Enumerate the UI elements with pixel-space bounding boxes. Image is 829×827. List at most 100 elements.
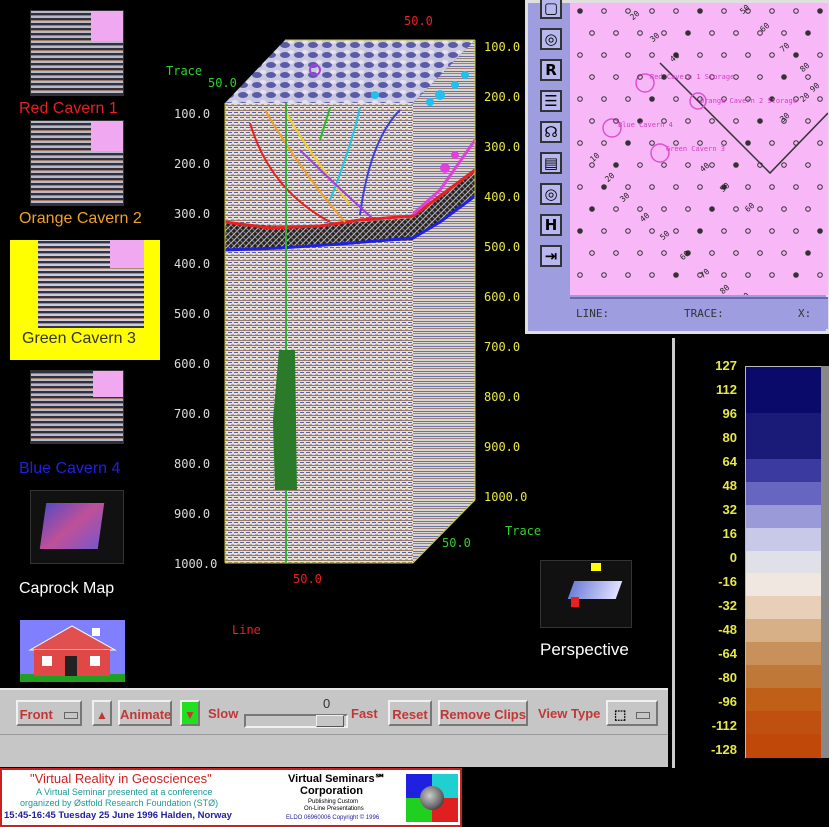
map-grid-dot (649, 228, 655, 234)
right-depth-label: 200.0 (484, 90, 521, 104)
cavern-1-label[interactable]: Red Cavern 1 (19, 100, 118, 118)
map-grid-dot (673, 272, 679, 278)
map-grid-dot (661, 206, 667, 212)
colorbar-tick-label: -128 (710, 742, 737, 757)
map-grid-dot (805, 206, 811, 212)
map-grid-dot (661, 162, 667, 168)
seminar-banner: "Virtual Reality in Geosciences" A Virtu… (0, 768, 462, 827)
map-tool-6-icon[interactable]: ◎ (540, 183, 562, 205)
top-left-value: 50.0 (208, 76, 237, 90)
map-grid-dot (805, 74, 811, 80)
map-grid-dot (769, 272, 775, 278)
left-depth-label: 900.0 (174, 507, 211, 521)
speed-slider[interactable] (244, 714, 348, 728)
map-tool-2-icon[interactable]: R (540, 59, 562, 81)
map-grid-dot (781, 74, 787, 80)
cavern-3-label: Green Cavern 3 (22, 330, 136, 347)
map-grid-dot (625, 184, 631, 190)
map-grid-dot (685, 206, 691, 212)
map-grid-dot (793, 8, 799, 14)
map-grid-dot (697, 228, 703, 234)
thumb-perspective[interactable] (540, 560, 632, 628)
map-tool-5-icon[interactable]: ▤ (540, 152, 562, 174)
line-label: Line (232, 623, 261, 637)
view-select[interactable]: Front (16, 700, 82, 726)
map-grid-dot (625, 140, 631, 146)
selected-cavern-3-panel[interactable]: Green Cavern 3 (10, 240, 160, 360)
map-grid-dot (733, 74, 739, 80)
animate-up-arrow-icon[interactable]: ▲ (92, 700, 112, 726)
cavern-2-label[interactable]: Orange Cavern 2 (19, 210, 142, 228)
map-grid-dot (769, 140, 775, 146)
animate-button[interactable]: Animate (118, 700, 172, 726)
map-grid-dot (769, 184, 775, 190)
map-grid-dot (805, 118, 811, 124)
right-depth-label: 600.0 (484, 290, 521, 304)
map-grid-dot (601, 140, 607, 146)
colorbar-band (746, 665, 822, 690)
map-tool-7-icon[interactable]: H (540, 214, 562, 236)
map-canvas[interactable]: Red Cavern 1 Storage Orange Cavern 2 Sto… (570, 3, 828, 295)
map-tool-1-icon[interactable]: ◎ (540, 28, 562, 50)
map-grid-dot (577, 272, 583, 278)
thumb-caprock-map[interactable] (30, 490, 124, 564)
map-grid-dot (577, 8, 583, 14)
map-grid-dot (769, 228, 775, 234)
map-grid-dot (673, 184, 679, 190)
colorbar-band (746, 389, 822, 414)
thumb-orange-cavern[interactable] (30, 120, 124, 206)
colorbar-band (746, 412, 822, 437)
left-depth-label: 200.0 (174, 157, 211, 171)
right-depth-label: 500.0 (484, 240, 521, 254)
map-status-bar: LINE: TRACE: X: (570, 297, 828, 329)
map-grid-dot (805, 250, 811, 256)
map-grid-dot (685, 162, 691, 168)
left-depth-label: 1000.0 (174, 557, 218, 571)
left-depth-label: 600.0 (174, 357, 211, 371)
map-grid-dot (793, 52, 799, 58)
colorbar-tick-label: 112 (716, 382, 737, 397)
map-tool-0-icon[interactable]: ▢ (540, 0, 562, 19)
map-grid-dot (817, 96, 823, 102)
speed-slider-thumb[interactable] (316, 715, 344, 727)
cavern-4-label[interactable]: Blue Cavern 4 (19, 460, 120, 478)
seismic-cube[interactable] (160, 10, 530, 650)
map-tool-8-icon[interactable]: ⇥ (540, 245, 562, 267)
map-grid-dot (601, 8, 607, 14)
home-icon[interactable] (20, 620, 125, 682)
colorbar-band (746, 642, 822, 667)
map-grid-dot (709, 30, 715, 36)
reset-button[interactable]: Reset (388, 700, 432, 726)
map-grid-dot (721, 52, 727, 58)
map-grid-dot (709, 250, 715, 256)
right-depth-label: 100.0 (484, 40, 521, 54)
thumb-blue-cavern[interactable] (30, 370, 124, 444)
globe-logo-icon (406, 774, 458, 822)
map-cavern-label-4: Green Cavern 3 (666, 145, 726, 153)
map-grid-dot (817, 8, 823, 14)
map-grid-dot (589, 250, 595, 256)
map-grid-dot (661, 30, 667, 36)
slow-label: Slow (208, 706, 239, 721)
colorbar-tick-label: 0 (729, 550, 737, 565)
map-grid-dot (709, 118, 715, 124)
colorbar-tick-label: -96 (718, 694, 737, 709)
remove-clips-button[interactable]: Remove Clips (438, 700, 528, 726)
map-grid-dot (577, 52, 583, 58)
banner-title: "Virtual Reality in Geosciences" (30, 771, 212, 786)
caprock-map-label[interactable]: Caprock Map (19, 580, 114, 598)
cube-icon: ⬚ (614, 707, 627, 722)
map-grid-dot (577, 96, 583, 102)
animate-down-arrow-icon[interactable]: ▼ (180, 700, 200, 726)
map-grid-dot (781, 162, 787, 168)
perspective-label[interactable]: Perspective (540, 640, 629, 660)
colorbar-band (746, 458, 822, 483)
map-cavern-label-2: Orange Cavern 2 Storage (700, 97, 797, 105)
map-tool-3-icon[interactable]: ☰ (540, 90, 562, 112)
colorbar-tick-label: 64 (722, 454, 737, 469)
map-grid-dot (793, 228, 799, 234)
view-type-select[interactable]: ⬚ (606, 700, 658, 726)
map-grid-dot (613, 250, 619, 256)
thumb-red-cavern[interactable] (30, 10, 124, 96)
map-tool-4-icon[interactable]: ☊ (540, 121, 562, 143)
